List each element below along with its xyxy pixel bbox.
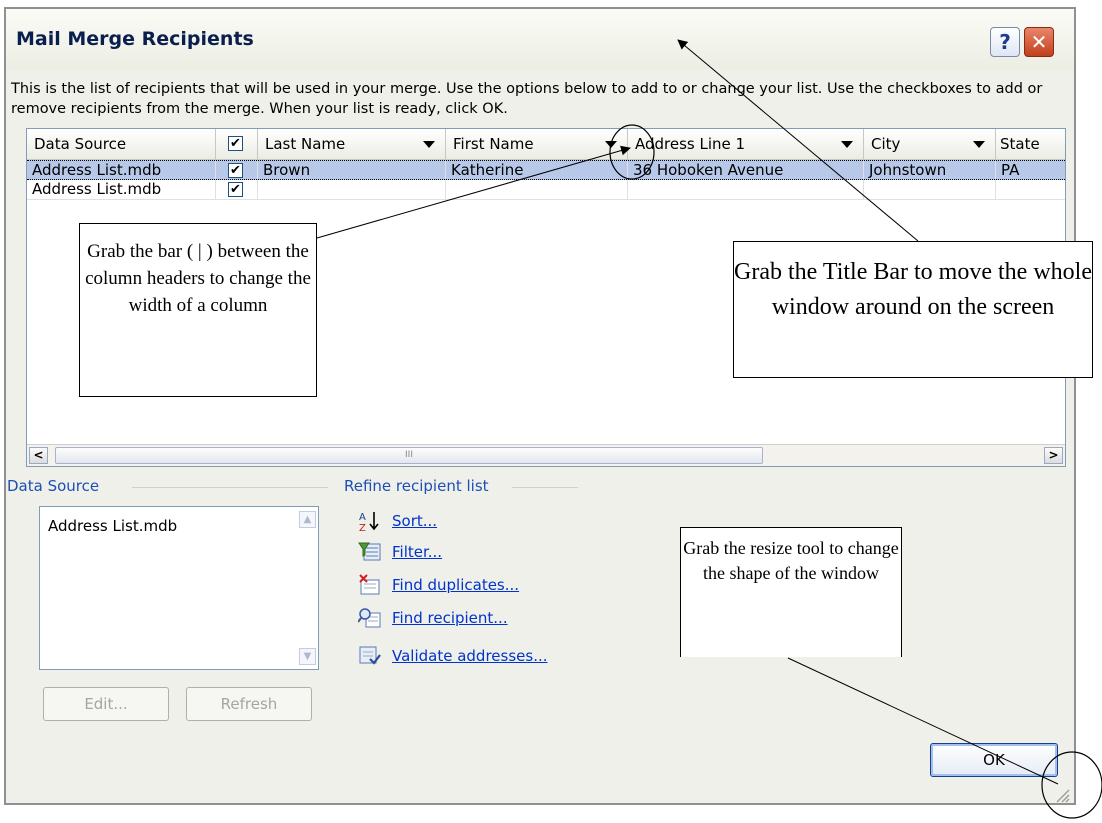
data-source-list[interactable]: Address List.mdb ▲ ▼: [39, 506, 319, 670]
scroll-up-icon[interactable]: ▲: [299, 511, 316, 528]
window-title: Mail Merge Recipients: [16, 28, 254, 50]
mail-merge-dialog: Mail Merge Recipients ? ✕ This is the li…: [4, 7, 1076, 805]
edit-button[interactable]: Edit...: [43, 687, 169, 721]
column-header-data-source[interactable]: Data Source: [27, 129, 216, 159]
find-duplicates-link-row[interactable]: Find duplicates...: [358, 573, 519, 597]
validate-addresses-link[interactable]: Validate addresses...: [392, 647, 548, 665]
column-header-checkbox[interactable]: ✔: [216, 129, 258, 159]
column-header-label: City: [871, 135, 901, 153]
scroll-thumb[interactable]: III: [55, 447, 763, 464]
cell-first-name: Katherine: [446, 161, 628, 179]
cell-checkbox: ✔: [216, 180, 258, 199]
refine-group-label: Refine recipient list: [344, 477, 489, 495]
cell-last-name: [258, 180, 446, 199]
list-item[interactable]: Address List.mdb: [48, 517, 177, 535]
validate-addresses-icon: [358, 645, 382, 667]
table-row[interactable]: Address List.mdb ✔ Brown Katherine 36 Ho…: [27, 160, 1065, 180]
title-bar-callout: Grab the Title Bar to move the whole win…: [733, 241, 1093, 378]
sort-link-row[interactable]: AZ Sort...: [358, 509, 437, 533]
cell-city: Johnstown: [864, 161, 996, 179]
cell-state: PA: [996, 161, 1065, 179]
cell-data-source: Address List.mdb: [27, 161, 216, 179]
close-button[interactable]: ✕: [1024, 27, 1054, 57]
filter-link[interactable]: Filter...: [392, 543, 442, 561]
scroll-down-icon[interactable]: ▼: [299, 648, 316, 665]
find-duplicates-icon: [358, 574, 382, 596]
horizontal-scrollbar[interactable]: < III >: [27, 444, 1065, 466]
sort-dropdown-icon[interactable]: [973, 141, 985, 148]
column-header-label: Address Line 1: [635, 135, 746, 153]
scroll-right-button[interactable]: >: [1044, 447, 1063, 464]
find-recipient-icon: [358, 607, 382, 629]
table-header: Data Source ✔ Last Name First Name Addre…: [27, 129, 1065, 160]
title-bar[interactable]: Mail Merge Recipients ? ✕: [6, 9, 1074, 69]
cell-first-name: [446, 180, 628, 199]
filter-link-row[interactable]: Filter...: [358, 540, 442, 564]
cell-checkbox: ✔: [216, 161, 258, 179]
column-header-city[interactable]: City: [864, 129, 996, 159]
column-resize-callout: Grab the bar ( | ) between the column he…: [79, 223, 317, 397]
row-checkbox[interactable]: ✔: [228, 182, 243, 197]
refresh-button[interactable]: Refresh: [186, 687, 312, 721]
filter-icon: [358, 541, 382, 563]
sort-icon: AZ: [358, 510, 382, 532]
cell-address: [628, 180, 864, 199]
validate-addresses-link-row[interactable]: Validate addresses...: [358, 644, 548, 668]
instructions-text: This is the list of recipients that will…: [11, 81, 1043, 117]
ok-button[interactable]: OK: [930, 743, 1058, 777]
sort-dropdown-icon[interactable]: [841, 141, 853, 148]
find-duplicates-link[interactable]: Find duplicates...: [392, 576, 519, 594]
row-checkbox[interactable]: ✔: [228, 163, 243, 178]
column-header-last-name[interactable]: Last Name: [258, 129, 446, 159]
sort-dropdown-icon[interactable]: [423, 141, 435, 148]
table-row[interactable]: Address List.mdb ✔: [27, 180, 1065, 200]
column-header-label: Last Name: [265, 135, 346, 153]
resize-grip-icon[interactable]: [1054, 787, 1070, 803]
data-source-group-label: Data Source: [7, 477, 100, 495]
cell-last-name: Brown: [258, 161, 446, 179]
cell-address: 36 Hoboken Avenue: [628, 161, 864, 179]
scroll-left-button[interactable]: <: [29, 447, 48, 464]
group-divider: [512, 487, 578, 488]
header-checkbox[interactable]: ✔: [228, 136, 243, 151]
svg-text:A: A: [359, 512, 366, 523]
cell-state: [996, 180, 1065, 199]
column-header-label: First Name: [453, 135, 534, 153]
group-divider: [132, 487, 328, 488]
help-button[interactable]: ?: [990, 27, 1020, 57]
svg-text:Z: Z: [359, 523, 366, 532]
column-header-first-name[interactable]: First Name: [446, 129, 628, 159]
find-recipient-link-row[interactable]: Find recipient...: [358, 606, 508, 630]
resize-callout: Grab the resize tool to change the shape…: [680, 527, 902, 657]
column-header-address-line-1[interactable]: Address Line 1: [628, 129, 864, 159]
column-header-state[interactable]: State: [996, 129, 1065, 159]
sort-dropdown-icon[interactable]: [605, 141, 617, 148]
sort-link[interactable]: Sort...: [392, 512, 437, 530]
find-recipient-link[interactable]: Find recipient...: [392, 609, 508, 627]
cell-city: [864, 180, 996, 199]
cell-data-source: Address List.mdb: [27, 180, 216, 199]
